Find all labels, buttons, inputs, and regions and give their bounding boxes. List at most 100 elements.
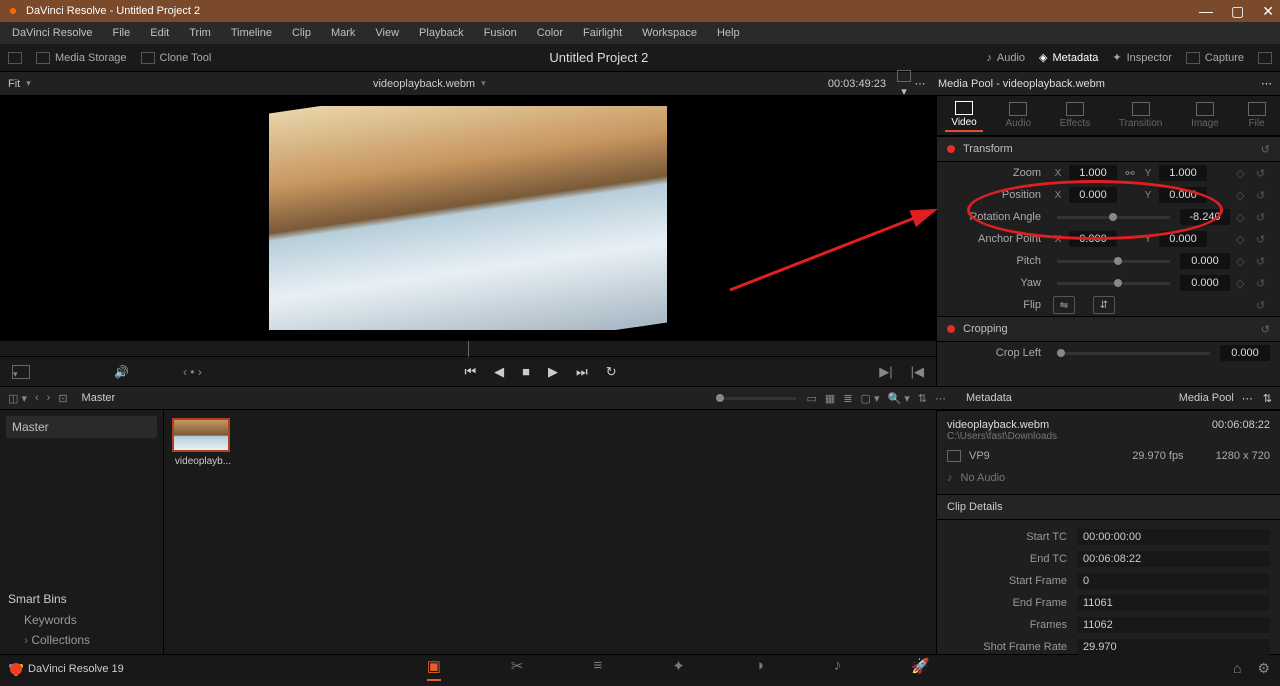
end-tc-field[interactable]: 00:06:08:22 <box>1077 551 1270 567</box>
pitch-slider[interactable] <box>1057 260 1170 263</box>
smartbin-keywords[interactable]: Keywords <box>6 610 157 630</box>
metadata-options-icon[interactable]: ⋯ <box>1242 392 1253 405</box>
search-icon[interactable]: 🔍 ▾ <box>888 392 910 405</box>
page-deliver[interactable]: 🚀 <box>911 657 930 681</box>
start-tc-field[interactable]: 00:00:00:00 <box>1077 529 1270 545</box>
keyframe-icon[interactable]: ◇ <box>1236 211 1250 224</box>
toggle-left-panel[interactable] <box>8 52 22 64</box>
reset-icon[interactable]: ↺ <box>1256 189 1270 202</box>
settings-icon[interactable]: ⚙ <box>1257 660 1270 677</box>
inspector-options-button[interactable]: ⋯ <box>1261 77 1272 90</box>
keyframe-icon[interactable]: ◇ <box>1236 255 1250 268</box>
clone-tool-button[interactable]: Clone Tool <box>141 52 212 64</box>
shot-fr-field[interactable]: 29.970 <box>1077 639 1270 655</box>
bin-path-icon[interactable]: ⊡ <box>58 392 67 405</box>
menu-help[interactable]: Help <box>709 25 748 41</box>
loop-button[interactable]: ↻ <box>606 364 617 380</box>
reset-icon[interactable]: ↺ <box>1256 255 1270 268</box>
viewer-canvas[interactable] <box>0 96 936 340</box>
flip-v-button[interactable]: ⇵ <box>1093 296 1115 314</box>
zoom-fit-dropdown[interactable]: Fit <box>8 78 31 90</box>
menu-view[interactable]: View <box>367 25 407 41</box>
maximize-button[interactable]: ▢ <box>1231 3 1244 20</box>
rotation-slider[interactable] <box>1057 216 1170 219</box>
keyframe-icon[interactable]: ◇ <box>1236 167 1250 180</box>
reset-icon[interactable]: ↺ <box>1256 299 1270 312</box>
page-fusion[interactable]: ✦ <box>672 657 685 681</box>
view-grid-icon[interactable]: ▦ <box>825 392 835 405</box>
view-embed-icon[interactable]: ▢ ▾ <box>861 392 880 405</box>
minimize-button[interactable]: — <box>1199 3 1213 20</box>
stop-button[interactable]: ■ <box>522 364 530 380</box>
sort-icon[interactable]: ⇅ <box>918 392 927 405</box>
clip-details-header[interactable]: Clip Details <box>937 494 1280 520</box>
menu-trim[interactable]: Trim <box>181 25 219 41</box>
view-list-icon[interactable]: ≣ <box>843 392 852 405</box>
chevron-down-icon[interactable]: ▾ <box>481 78 486 89</box>
metadata-sort-icon[interactable]: ⇅ <box>1263 392 1272 405</box>
viewer-options-button[interactable]: ⋯ <box>912 77 928 90</box>
position-x-field[interactable]: 0.000 <box>1069 187 1117 203</box>
crop-left-field[interactable]: 0.000 <box>1220 345 1270 361</box>
page-color[interactable]: ◑ <box>755 657 764 681</box>
page-media[interactable]: ▣ <box>427 657 441 681</box>
keyframe-icon[interactable]: ◇ <box>1236 189 1250 202</box>
menu-workspace[interactable]: Workspace <box>634 25 705 41</box>
start-frame-field[interactable]: 0 <box>1077 573 1270 589</box>
toggle-right-panel[interactable] <box>1258 52 1272 64</box>
reset-icon[interactable]: ↺ <box>1256 277 1270 290</box>
menu-mark[interactable]: Mark <box>323 25 363 41</box>
first-frame-button[interactable]: ⏮ <box>464 364 476 380</box>
anchor-x-field[interactable]: 0.000 <box>1069 231 1117 247</box>
pitch-field[interactable]: 0.000 <box>1180 253 1230 269</box>
capture-button[interactable]: Capture <box>1186 52 1244 64</box>
smartbin-collections[interactable]: › Collections <box>6 630 157 650</box>
tab-image[interactable]: Image <box>1185 100 1225 131</box>
menu-fusion[interactable]: Fusion <box>476 25 525 41</box>
inspector-button[interactable]: ✦Inspector <box>1112 51 1171 64</box>
tab-transition[interactable]: Transition <box>1113 100 1169 131</box>
menu-fairlight[interactable]: Fairlight <box>575 25 630 41</box>
meta-mediapool-label[interactable]: Media Pool <box>1179 392 1234 404</box>
viewer-scrubber[interactable] <box>0 340 936 356</box>
zoom-x-field[interactable]: 1.000 <box>1069 165 1117 181</box>
keyframe-icon[interactable]: ◇ <box>1236 277 1250 290</box>
smart-bins-header[interactable]: Smart Bins <box>6 588 157 610</box>
home-icon[interactable]: ⌂ <box>1233 660 1241 677</box>
transform-header[interactable]: Transform ↺ <box>937 136 1280 162</box>
cropping-reset-icon[interactable]: ↺ <box>1261 323 1270 336</box>
menu-timeline[interactable]: Timeline <box>223 25 280 41</box>
page-edit[interactable]: ≡ <box>593 657 602 681</box>
menu-file[interactable]: File <box>105 25 139 41</box>
audio-button[interactable]: ♪Audio <box>986 52 1025 64</box>
menu-clip[interactable]: Clip <box>284 25 319 41</box>
media-storage-button[interactable]: Media Storage <box>36 52 127 64</box>
in-point-button[interactable]: ▶| <box>879 364 892 380</box>
crop-left-slider[interactable] <box>1057 352 1210 355</box>
menu-color[interactable]: Color <box>529 25 571 41</box>
yaw-slider[interactable] <box>1057 282 1170 285</box>
master-bin-folder[interactable]: Master <box>6 416 157 438</box>
rotation-field[interactable]: -8.240 <box>1180 209 1230 225</box>
page-fairlight[interactable]: ♪ <box>834 657 842 681</box>
end-frame-field[interactable]: 11061 <box>1077 595 1270 611</box>
tab-file[interactable]: File <box>1242 100 1272 131</box>
play-reverse-button[interactable]: ◀ <box>494 364 504 380</box>
tab-audio[interactable]: Audio <box>999 100 1037 131</box>
display-options[interactable] <box>12 365 30 379</box>
reset-icon[interactable]: ↺ <box>1256 211 1270 224</box>
yaw-field[interactable]: 0.000 <box>1180 275 1230 291</box>
close-button[interactable]: ✕ <box>1262 3 1274 20</box>
filter-icon[interactable]: ⋯ <box>935 392 946 405</box>
cropping-header[interactable]: Cropping ↺ <box>937 316 1280 342</box>
last-frame-button[interactable]: ⏭ <box>576 364 588 380</box>
out-point-button[interactable]: |◀ <box>911 364 924 380</box>
transform-reset-icon[interactable]: ↺ <box>1261 143 1270 156</box>
nav-fwd-icon[interactable]: › <box>47 392 51 404</box>
metadata-button[interactable]: ◈Metadata <box>1039 51 1098 64</box>
keyframe-icon[interactable]: ◇ <box>1236 233 1250 246</box>
flip-h-button[interactable]: ⇋ <box>1053 296 1075 314</box>
tab-video[interactable]: Video <box>945 99 982 132</box>
zoom-y-field[interactable]: 1.000 <box>1159 165 1207 181</box>
bin-content[interactable]: videoplayb... <box>164 410 936 654</box>
